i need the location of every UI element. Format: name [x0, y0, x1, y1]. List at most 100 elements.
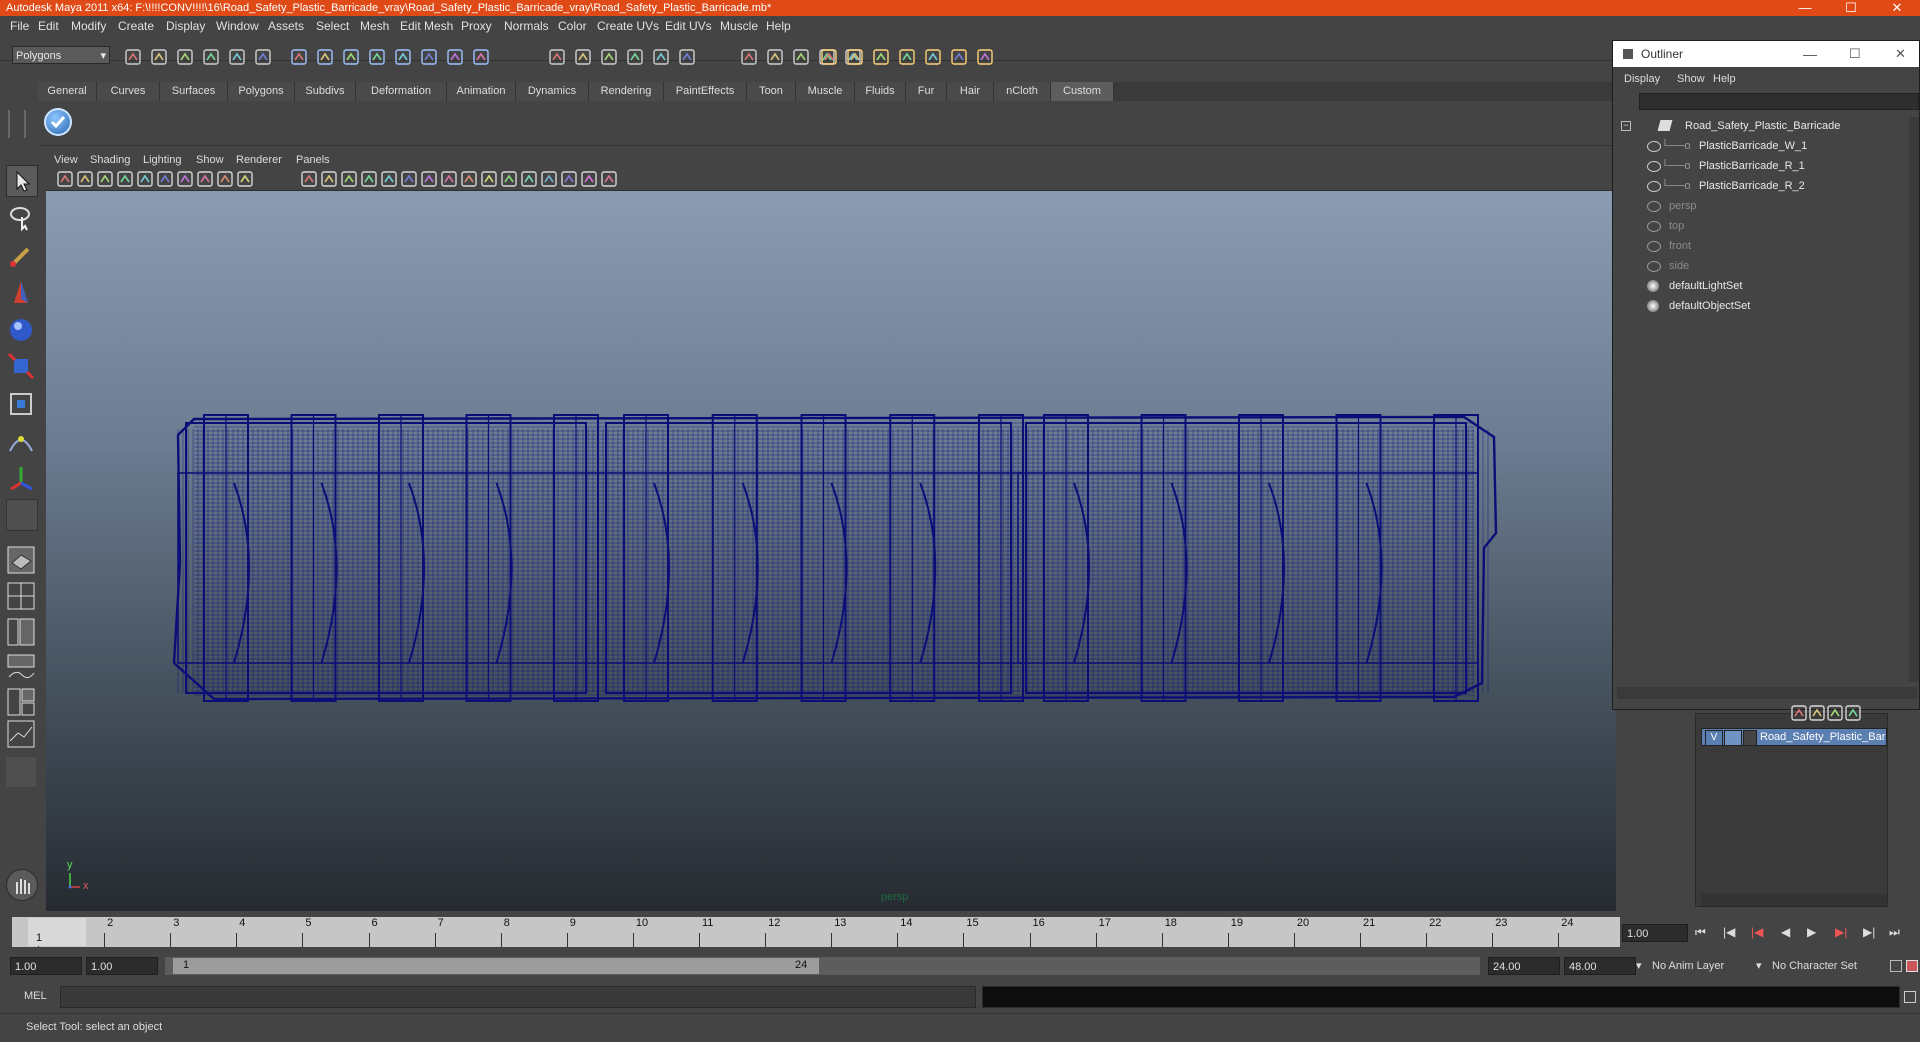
- menu-file[interactable]: File: [10, 19, 29, 33]
- rotate-tool-icon[interactable]: [6, 315, 36, 345]
- auto-key-icon[interactable]: [1890, 960, 1902, 972]
- menu-select[interactable]: Select: [316, 19, 349, 33]
- outliner-vertical-scrollbar[interactable]: [1909, 117, 1919, 682]
- status-file-6-icon[interactable]: [254, 48, 272, 66]
- status-snap-3-icon[interactable]: [600, 48, 618, 66]
- viewport-display-toggle-15-icon[interactable]: [580, 170, 598, 188]
- shelf-tab-general[interactable]: General: [38, 82, 97, 101]
- step-back-frame-icon[interactable]: |◀: [1751, 925, 1763, 939]
- menu-modify[interactable]: Modify: [71, 19, 106, 33]
- four-view-layout-icon[interactable]: [6, 581, 36, 611]
- go-to-end-icon[interactable]: ⏭: [1889, 925, 1900, 940]
- viewport-menu-show[interactable]: Show: [196, 154, 224, 166]
- viewport-menu-shading[interactable]: Shading: [90, 154, 130, 166]
- layer-option-4-icon[interactable]: [1844, 704, 1862, 722]
- shelf-tab-hair[interactable]: Hair: [947, 82, 994, 101]
- shelf-tab-polygons[interactable]: Polygons: [228, 82, 295, 101]
- shelf-tab-dynamics[interactable]: Dynamics: [516, 82, 589, 101]
- status-history-2-icon[interactable]: [846, 48, 864, 66]
- outliner-item-object-set[interactable]: defaultObjectSet: [1647, 297, 1897, 315]
- status-history-3-icon[interactable]: [872, 48, 890, 66]
- shelf-tab-rendering[interactable]: Rendering: [589, 82, 664, 101]
- universal-manipulator-icon[interactable]: [6, 389, 36, 419]
- shelf-tab-curves[interactable]: Curves: [97, 82, 160, 101]
- range-slider[interactable]: 1 24: [165, 957, 1480, 975]
- collapse-toggle-icon[interactable]: −: [1621, 121, 1631, 131]
- shelf-tab-toon[interactable]: Toon: [747, 82, 796, 101]
- status-file-2-icon[interactable]: [150, 48, 168, 66]
- time-slider[interactable]: 123456789101112131415161718192021222324: [12, 917, 1620, 947]
- status-snap-4-icon[interactable]: [626, 48, 644, 66]
- command-language-label[interactable]: MEL: [24, 990, 47, 1002]
- outliner-item-camera-persp[interactable]: persp: [1647, 197, 1897, 215]
- menu-proxy[interactable]: Proxy: [461, 19, 492, 33]
- shelf-tab-muscle[interactable]: Muscle: [796, 82, 855, 101]
- outliner-item-group[interactable]: Road_Safety_Plastic_Barricade: [1647, 117, 1897, 135]
- display-layer-row[interactable]: V Road_Safety_Plastic_Bar: [1701, 728, 1887, 746]
- status-history-5-icon[interactable]: [924, 48, 942, 66]
- animation-start-time-field[interactable]: 1.00: [10, 957, 82, 975]
- outliner-item-camera-side[interactable]: side: [1647, 257, 1897, 275]
- character-set-selector[interactable]: ▾ No Character Set: [1756, 957, 1886, 975]
- last-tool-slot[interactable]: [6, 499, 38, 531]
- menu-mesh[interactable]: Mesh: [360, 19, 389, 33]
- viewport-camera-tool-9-icon[interactable]: [216, 170, 234, 188]
- menu-edit-mesh[interactable]: Edit Mesh: [400, 19, 453, 33]
- persp-graph-layout-icon[interactable]: [6, 653, 36, 683]
- layer-option-3-icon[interactable]: [1826, 704, 1844, 722]
- viewport-display-toggle-1-icon[interactable]: [300, 170, 318, 188]
- play-backwards-icon[interactable]: ◀: [1781, 925, 1790, 939]
- menu-set-selector[interactable]: Polygons ▾: [12, 46, 110, 64]
- show-manipulator-icon[interactable]: [6, 463, 36, 493]
- perspective-viewport[interactable]: y x persp: [46, 191, 1616, 911]
- status-file-5-icon[interactable]: [228, 48, 246, 66]
- viewport-menu-panels[interactable]: Panels: [296, 154, 330, 166]
- paint-select-tool-icon[interactable]: [6, 241, 36, 271]
- outliner-item-mesh-r1[interactable]: └──o PlasticBarricade_R_1: [1647, 157, 1897, 175]
- viewport-camera-tool-4-icon[interactable]: [116, 170, 134, 188]
- layer-option-2-icon[interactable]: [1808, 704, 1826, 722]
- outliner-minimize-icon[interactable]: —: [1803, 41, 1817, 67]
- playback-start-time-field[interactable]: 1.00: [86, 957, 158, 975]
- preferences-icon[interactable]: [1906, 960, 1918, 972]
- shelf-tab-animation[interactable]: Animation: [447, 82, 516, 101]
- play-forwards-icon[interactable]: ▶: [1807, 925, 1816, 939]
- status-select-mask-2-icon[interactable]: [316, 48, 334, 66]
- viewport-display-toggle-16-icon[interactable]: [600, 170, 618, 188]
- status-select-mask-1-icon[interactable]: [290, 48, 308, 66]
- menu-muscle[interactable]: Muscle: [720, 19, 758, 33]
- viewport-display-toggle-13-icon[interactable]: [540, 170, 558, 188]
- checkmark-shelf-icon[interactable]: [44, 108, 72, 136]
- menu-window[interactable]: Window: [216, 19, 259, 33]
- status-select-mask-8-icon[interactable]: [472, 48, 490, 66]
- single-perspective-layout-icon[interactable]: [6, 545, 36, 575]
- status-history-6-icon[interactable]: [950, 48, 968, 66]
- status-select-mask-7-icon[interactable]: [446, 48, 464, 66]
- viewport-camera-tool-5-icon[interactable]: [136, 170, 154, 188]
- menu-display[interactable]: Display: [166, 19, 205, 33]
- status-history-1-icon[interactable]: [820, 48, 838, 66]
- menu-edit-uvs[interactable]: Edit UVs: [665, 19, 712, 33]
- maximize-button[interactable]: ☐: [1836, 0, 1866, 16]
- close-button[interactable]: ✕: [1882, 0, 1912, 16]
- step-forward-frame-icon[interactable]: ▶|: [1835, 925, 1847, 939]
- status-snap-6-icon[interactable]: [678, 48, 696, 66]
- shelf-tab-subdivs[interactable]: Subdivs: [295, 82, 356, 101]
- viewport-display-toggle-6-icon[interactable]: [400, 170, 418, 188]
- scale-tool-icon[interactable]: [6, 351, 36, 381]
- viewport-display-toggle-3-icon[interactable]: [340, 170, 358, 188]
- status-snap-1-icon[interactable]: [548, 48, 566, 66]
- current-frame-marker[interactable]: 1: [28, 918, 86, 946]
- current-time-field[interactable]: 1.00: [1622, 924, 1688, 942]
- viewport-menu-lighting[interactable]: Lighting: [143, 154, 182, 166]
- outliner-item-camera-top[interactable]: top: [1647, 217, 1897, 235]
- range-slider-handle[interactable]: 1 24: [173, 958, 819, 974]
- outliner-horizontal-scrollbar[interactable]: [1617, 687, 1917, 699]
- shelf-tab-deformation[interactable]: Deformation: [356, 82, 447, 101]
- move-tool-icon[interactable]: [6, 277, 36, 307]
- outliner-menu-display[interactable]: Display: [1624, 73, 1660, 85]
- soft-modification-icon[interactable]: [6, 427, 36, 457]
- shelf-tab-fur[interactable]: Fur: [906, 82, 947, 101]
- status-file-3-icon[interactable]: [176, 48, 194, 66]
- uv-editor-layout-icon[interactable]: [6, 719, 36, 749]
